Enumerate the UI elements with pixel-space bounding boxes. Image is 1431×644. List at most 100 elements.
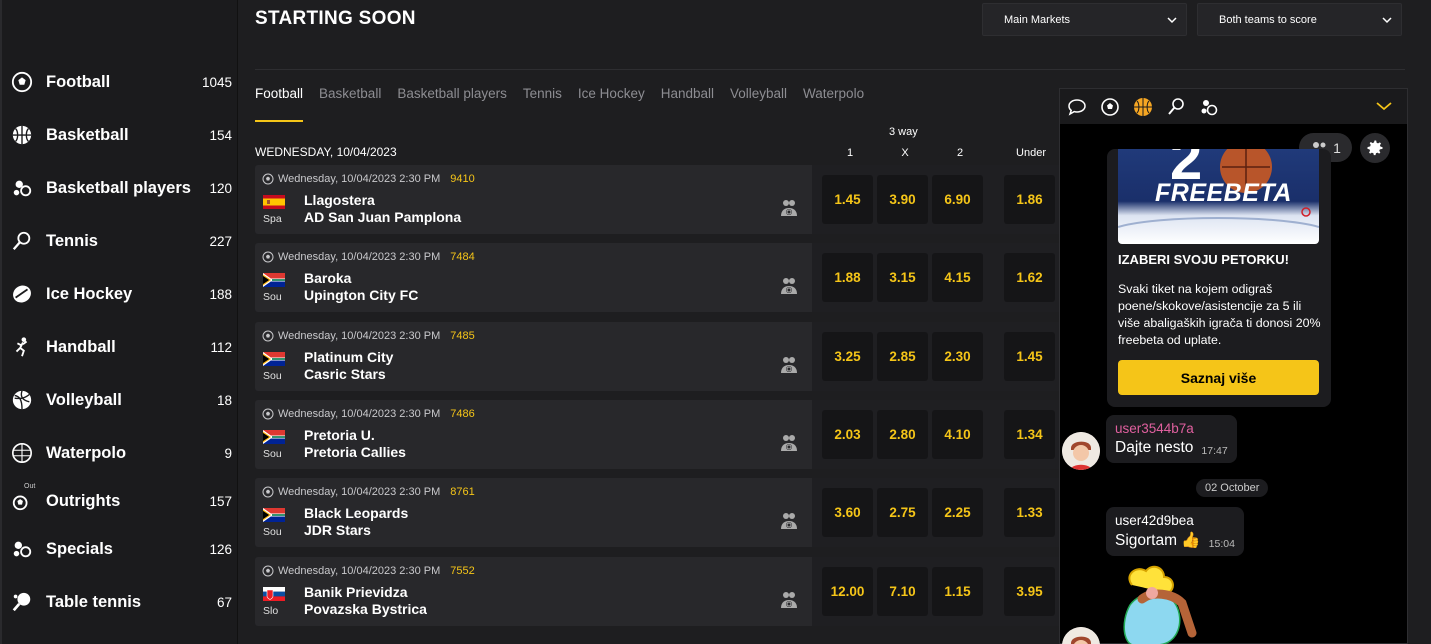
chat-message: user3544b7a Dajte nesto 17:47	[1106, 415, 1237, 463]
odds-group: 3.25 2.85 2.30 1.45	[812, 322, 1065, 391]
volleyball-icon	[10, 388, 34, 412]
sidebar-item-volleyball[interactable]: Volleyball 18	[10, 380, 232, 420]
odd-under-button[interactable]: 1.33	[1004, 488, 1055, 537]
chat-message: user42d9bea Sigortam 👍 15:04	[1106, 507, 1244, 556]
tab-football[interactable]: Football	[255, 86, 304, 122]
tab-ice-hockey[interactable]: Ice Hockey	[578, 86, 645, 122]
basketball-icon[interactable]	[1132, 96, 1154, 118]
away-team: Casric Stars	[304, 366, 386, 382]
sidebar-item-table-tennis[interactable]: Table tennis 67	[10, 582, 232, 622]
sports-sidebar: Football 1045 Basketball 154 Basketball …	[0, 0, 238, 644]
tab-waterpolo[interactable]: Waterpolo	[803, 86, 864, 122]
odd-2-button[interactable]: 4.15	[932, 253, 983, 302]
odd-x-button[interactable]: 3.90	[877, 175, 928, 224]
match-row[interactable]: Wednesday, 10/04/2023 2:30 PM 7552 Slo Bani…	[255, 557, 1065, 626]
markets-dropdown-value: Main Markets	[1004, 13, 1071, 26]
tab-handball[interactable]: Handball	[661, 86, 714, 122]
table-tennis-icon	[10, 590, 34, 614]
statistics-icon[interactable]	[779, 511, 799, 531]
submarket-dropdown[interactable]: Both teams to score	[1197, 3, 1402, 36]
odd-under-button[interactable]: 1.86	[1004, 175, 1055, 224]
odd-2-button[interactable]: 2.25	[932, 488, 983, 537]
match-datetime: Wednesday, 10/04/2023 2:30 PM	[278, 251, 441, 263]
odd-2-button[interactable]: 4.10	[932, 410, 983, 459]
avatar[interactable]	[1062, 432, 1100, 470]
odd-2-button[interactable]: 6.90	[932, 175, 983, 224]
sidebar-item-outrights[interactable]: Out Outrights 157	[10, 481, 232, 521]
sidebar-item-count: 67	[216, 594, 232, 610]
sidebar-item-basketball-players[interactable]: Basketball players 120	[10, 168, 232, 208]
odd-under-button[interactable]: 1.62	[1004, 253, 1055, 302]
odd-1-button[interactable]: 2.03	[822, 410, 873, 459]
odd-1-button[interactable]: 1.45	[822, 175, 873, 224]
match-row[interactable]: Wednesday, 10/04/2023 2:30 PM 7484 Sou Baro…	[255, 243, 1065, 312]
sidebar-item-tennis[interactable]: Tennis 227	[10, 221, 232, 261]
match-row[interactable]: Wednesday, 10/04/2023 2:30 PM 8761 Sou Blac…	[255, 478, 1065, 547]
soccer-ball-icon	[262, 565, 274, 577]
tab-volleyball[interactable]: Volleyball	[730, 86, 787, 122]
match-meta: Wednesday, 10/04/2023 2:30 PM 7484	[262, 251, 475, 263]
soccer-ball-icon	[10, 70, 34, 94]
chat-settings-button[interactable]	[1360, 133, 1390, 163]
message-time: 15:04	[1208, 538, 1235, 550]
odd-2-button[interactable]: 2.30	[932, 332, 983, 381]
match-datetime: Wednesday, 10/04/2023 2:30 PM	[278, 173, 441, 185]
odd-1-button[interactable]: 3.60	[822, 488, 873, 537]
message-body: Dajte nesto 17:47	[1115, 439, 1228, 457]
message-username[interactable]: user42d9bea	[1115, 513, 1235, 528]
sidebar-item-football[interactable]: Football 1045	[10, 62, 232, 102]
home-team: Llagostera	[304, 192, 375, 208]
match-datetime: Wednesday, 10/04/2023 2:30 PM	[278, 565, 441, 577]
odd-1-button[interactable]: 3.25	[822, 332, 873, 381]
odd-x-button[interactable]: 2.80	[877, 410, 928, 459]
odd-1-button[interactable]: 1.88	[822, 253, 873, 302]
match-row[interactable]: Wednesday, 10/04/2023 2:30 PM 7486 Sou Pret…	[255, 400, 1065, 469]
home-team: Banik Prievidza	[304, 584, 408, 600]
odd-under-button[interactable]: 3.95	[1004, 567, 1055, 616]
tab-basketball[interactable]: Basketball	[319, 86, 381, 122]
match-row[interactable]: Wednesday, 10/04/2023 2:30 PM 9410 Spa Llag…	[255, 165, 1065, 234]
sidebar-item-ice-hockey[interactable]: Ice Hockey 188	[10, 274, 232, 314]
sidebar-item-handball[interactable]: Handball 112	[10, 327, 232, 367]
markets-dropdown[interactable]: Main Markets	[982, 3, 1187, 36]
match-id: 7484	[450, 251, 475, 263]
sidebar-item-specials[interactable]: Specials 126	[10, 529, 232, 569]
away-team: AD San Juan Pamplona	[304, 209, 462, 225]
statistics-icon[interactable]	[779, 433, 799, 453]
odd-x-button[interactable]: 2.75	[877, 488, 928, 537]
odd-x-button[interactable]: 7.10	[877, 567, 928, 616]
statistics-icon[interactable]	[779, 276, 799, 296]
statistics-icon[interactable]	[779, 198, 799, 218]
sidebar-item-count: 120	[209, 180, 232, 196]
specials-icon	[10, 537, 34, 561]
chevron-down-icon	[1382, 17, 1392, 24]
promo-image: 2 FREEBETA	[1118, 149, 1319, 244]
learn-more-button[interactable]: Saznaj više	[1118, 360, 1319, 395]
match-meta: Wednesday, 10/04/2023 2:30 PM 7485	[262, 330, 475, 342]
match-datetime: Wednesday, 10/04/2023 2:30 PM	[278, 330, 441, 342]
odd-under-button[interactable]: 1.34	[1004, 410, 1055, 459]
page-scrollbar[interactable]	[1410, 0, 1431, 644]
odd-2-button[interactable]: 1.15	[932, 567, 983, 616]
odd-1-button[interactable]: 12.00	[822, 567, 873, 616]
statistics-icon[interactable]	[779, 590, 799, 610]
sidebar-item-count: 126	[209, 541, 232, 557]
tennis-racket-icon[interactable]	[1165, 96, 1187, 118]
tab-basketball-players[interactable]: Basketball players	[397, 86, 507, 122]
chat-bubble-icon[interactable]	[1066, 96, 1088, 118]
statistics-icon[interactable]	[779, 355, 799, 375]
odd-under-button[interactable]: 1.45	[1004, 332, 1055, 381]
tab-tennis[interactable]: Tennis	[523, 86, 562, 122]
odd-x-button[interactable]: 3.15	[877, 253, 928, 302]
soccer-ball-icon	[262, 173, 274, 185]
avatar[interactable]	[1062, 627, 1100, 644]
south-africa-flag-icon	[263, 430, 285, 444]
basketball-players-icon[interactable]	[1198, 96, 1220, 118]
odd-x-button[interactable]: 2.85	[877, 332, 928, 381]
message-username[interactable]: user3544b7a	[1115, 421, 1228, 436]
sidebar-item-basketball[interactable]: Basketball 154	[10, 115, 232, 155]
sidebar-item-waterpolo[interactable]: Waterpolo 9	[10, 433, 232, 473]
chevron-down-icon[interactable]	[1375, 97, 1393, 115]
soccer-ball-icon[interactable]	[1099, 96, 1121, 118]
match-row[interactable]: Wednesday, 10/04/2023 2:30 PM 7485 Sou Plat…	[255, 322, 1065, 391]
